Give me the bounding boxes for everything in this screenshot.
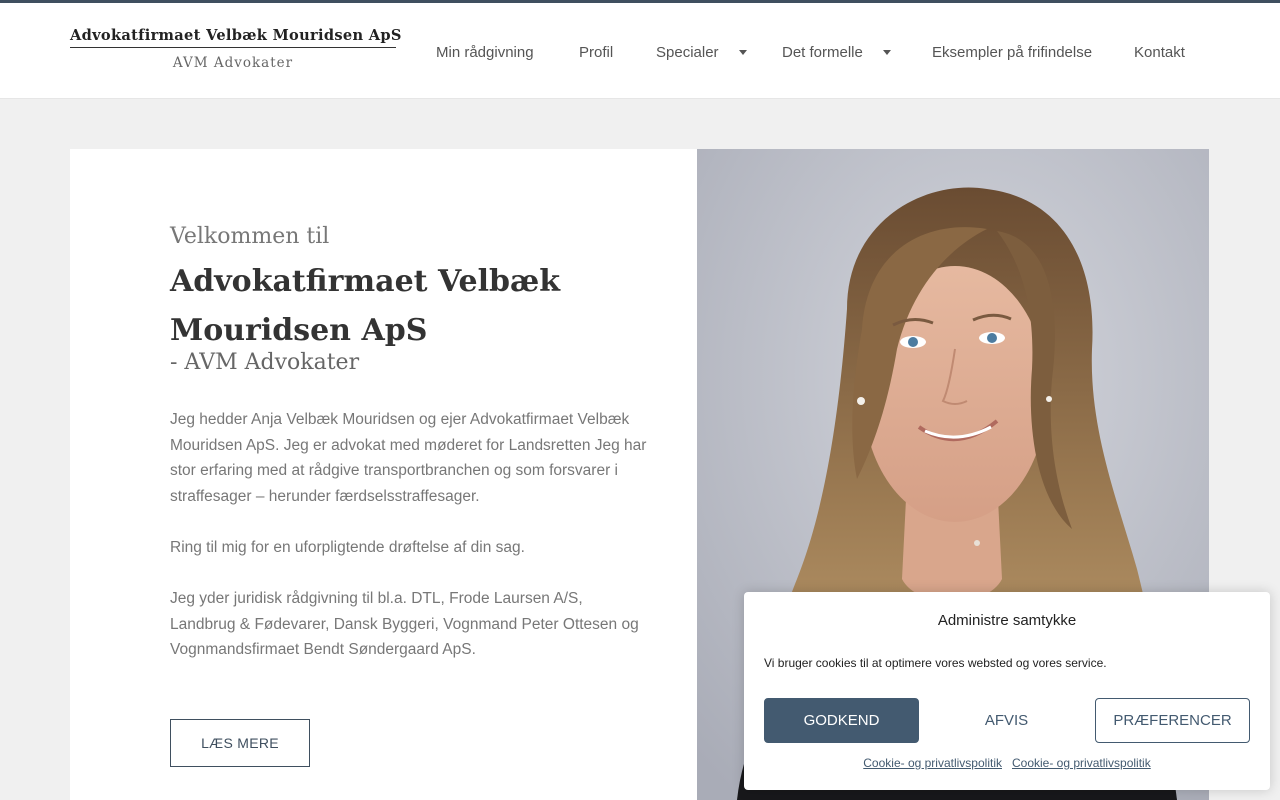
- firm-name-heading: Advokatfirmaet Velbæk Mouridsen ApS: [170, 264, 560, 348]
- welcome-heading: Velkommen til: [170, 224, 330, 249]
- hero-card: Velkommen til Advokatfirmaet Velbæk Mour…: [70, 149, 697, 800]
- cookie-text: Vi bruger cookies til at optimere vores …: [764, 656, 1107, 670]
- firm-subtitle: - AVM Advokater: [170, 350, 360, 375]
- nav-item-label: Specialer: [656, 43, 719, 61]
- clients-paragraph: Jeg yder juridisk rådgivning til bl.a. D…: [170, 590, 639, 659]
- cookie-title: Administre samtykke: [937, 612, 1077, 629]
- intro-paragraph: Jeg hedder Anja Velbæk Mouridsen og ejer…: [170, 411, 647, 505]
- deny-button[interactable]: AFVIS: [929, 698, 1084, 743]
- accept-button[interactable]: GODKEND: [764, 698, 919, 743]
- nav-item-label: Eksempler på frifindelse: [932, 43, 1093, 61]
- nav-item-label: Profil: [579, 43, 614, 61]
- preferences-button[interactable]: PRÆFERENCER: [1095, 698, 1250, 743]
- nav-item-label: Kontakt: [1134, 43, 1185, 61]
- cookie-links: Cookie- og privatlivspolitik Cookie- og …: [744, 756, 1270, 770]
- site-header: Advokatfirmaet Velbæk Mouridsen ApS AVM …: [0, 3, 1280, 99]
- main-nav: Min rådgivning Profil Specialer Det form…: [0, 3, 1280, 99]
- nav-item-label: Min rådgivning: [436, 43, 534, 61]
- cookie-policy-link[interactable]: Cookie- og privatlivspolitik: [863, 756, 1002, 770]
- cookie-consent-dialog: Administre samtykke Vi bruger cookies ti…: [744, 592, 1270, 790]
- nav-item-specialer[interactable]: Specialer: [656, 41, 747, 63]
- call-paragraph: Ring til mig for en uforpligtende drøfte…: [170, 539, 525, 556]
- nav-item-label: Det formelle: [782, 43, 863, 61]
- nav-item-eksempler[interactable]: Eksempler på frifindelse: [932, 41, 1092, 63]
- nav-item-min-raadgivning[interactable]: Min rådgivning: [436, 41, 534, 63]
- read-more-button[interactable]: LÆS MERE: [170, 719, 310, 767]
- nav-item-kontakt[interactable]: Kontakt: [1134, 41, 1185, 63]
- caret-down-icon[interactable]: [738, 49, 747, 55]
- caret-down-icon[interactable]: [882, 49, 891, 55]
- privacy-policy-link[interactable]: Cookie- og privatlivspolitik: [1012, 756, 1151, 770]
- nav-item-det-formelle[interactable]: Det formelle: [782, 41, 891, 63]
- nav-item-profil[interactable]: Profil: [579, 41, 613, 63]
